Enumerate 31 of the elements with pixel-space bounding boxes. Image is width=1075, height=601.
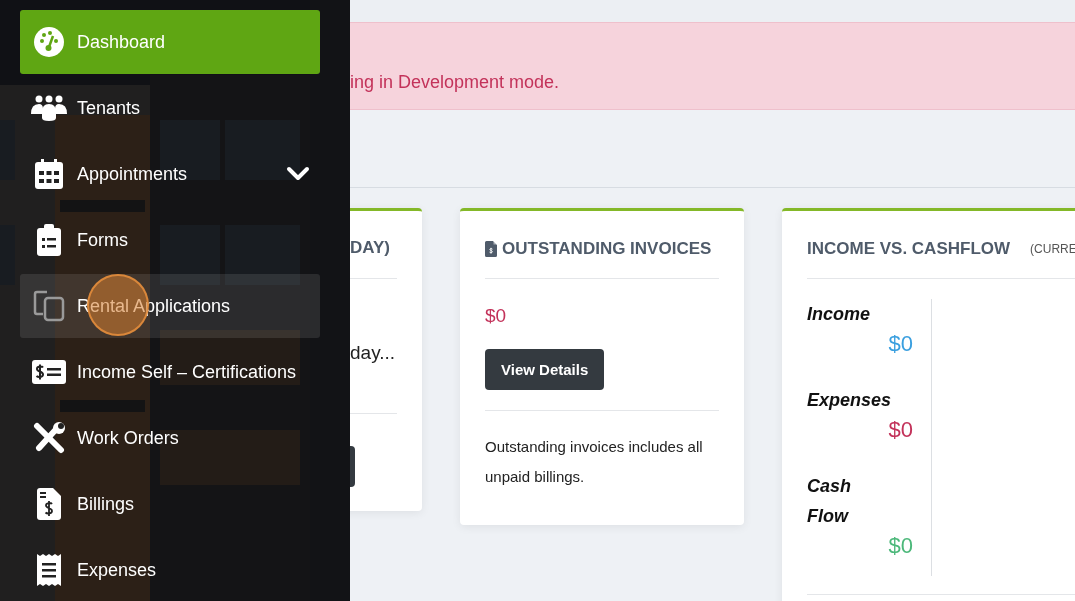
card-description: Outstanding invoices includes all unpaid billings. — [485, 437, 704, 487]
clipboard-icon — [37, 224, 61, 256]
card-button[interactable] — [350, 446, 355, 487]
sidebar-item[interactable]: Forms — [20, 208, 320, 272]
amount-text: $0 — [485, 305, 508, 327]
card-title: DAY) — [350, 238, 391, 259]
card-title: OUTSTANDING INVOICES — [502, 239, 712, 259]
sidebar-item[interactable]: Tenants — [20, 76, 320, 140]
metric-label: Cash Flow — [807, 475, 852, 528]
alert-text: ing in Development mode. — [350, 72, 560, 92]
card-text: day... — [350, 342, 397, 364]
people-icon — [30, 95, 68, 121]
metric-value: $0 — [887, 532, 913, 560]
metric-label: Income — [807, 303, 872, 326]
calendar-icon — [35, 159, 63, 189]
receipt-icon — [37, 554, 61, 586]
sidebar-item[interactable]: Income Self – Certifications — [20, 340, 320, 404]
card-title: INCOME VS. CASHFLOW — [807, 239, 1011, 259]
copy-icon — [33, 290, 65, 322]
tools-icon — [33, 422, 65, 454]
sidebar-item[interactable]: Appointments — [20, 142, 320, 206]
view-details-button[interactable]: View Details — [485, 349, 605, 390]
metric-value: $0 — [887, 416, 913, 444]
billing-icon — [37, 488, 61, 520]
metric-value: $0 — [887, 330, 913, 358]
invoice-icon — [485, 241, 497, 257]
sidebar-item[interactable]: Expenses — [20, 538, 320, 601]
sidebar-item[interactable]: Billings — [20, 472, 320, 536]
money-list-icon — [32, 360, 66, 384]
sidebar-item[interactable]: Work Orders — [20, 406, 320, 470]
gauge-icon — [34, 27, 64, 57]
